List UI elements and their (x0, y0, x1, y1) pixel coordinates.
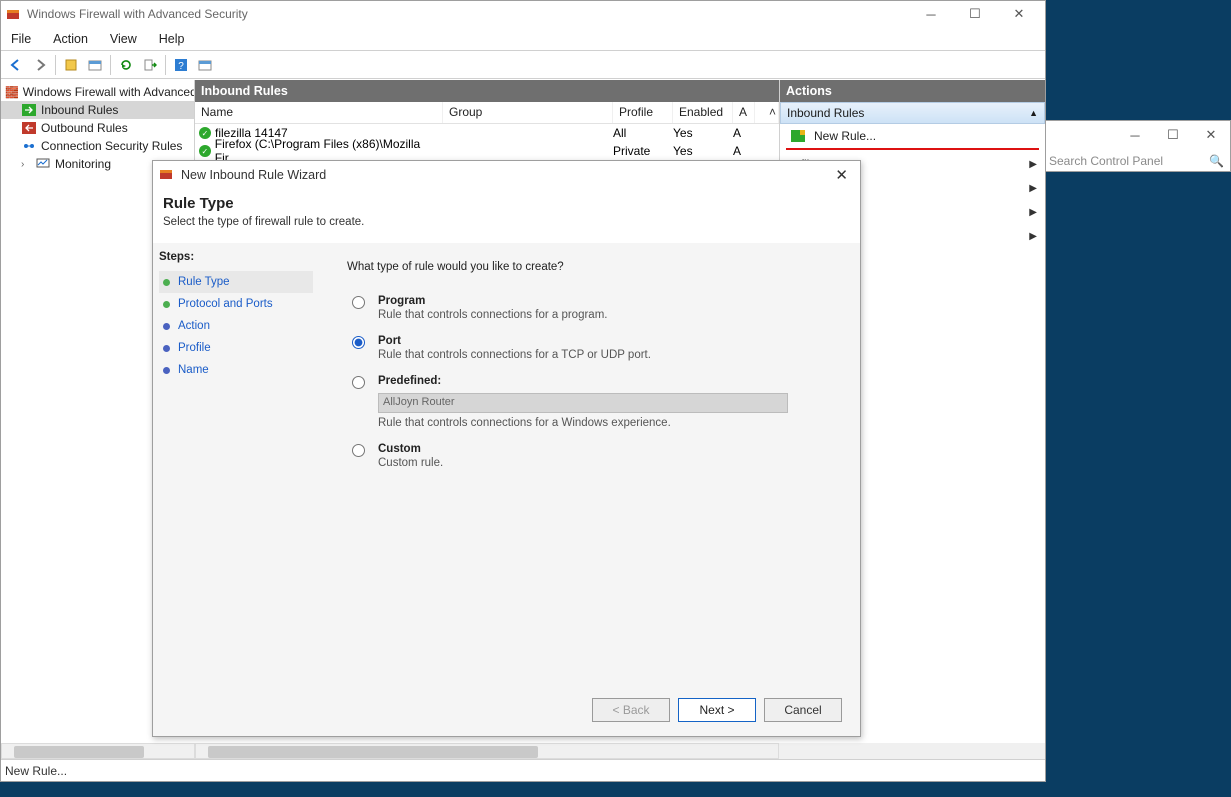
control-panel-window: ─ ☐ ✕ Search Control Panel 🔍 (1042, 120, 1231, 172)
forward-icon[interactable] (29, 54, 51, 76)
new-inbound-rule-wizard: New Inbound Rule Wizard ✕ Rule Type Sele… (152, 160, 861, 737)
wizard-question: What type of rule would you like to crea… (347, 261, 836, 273)
step-action[interactable]: Action (159, 315, 313, 337)
actions-header: Actions (780, 80, 1045, 102)
firewall-icon (5, 6, 21, 22)
steps-label: Steps: (159, 251, 313, 263)
predefined-select: AllJoyn Router (378, 393, 788, 413)
radio-predefined[interactable] (352, 376, 365, 389)
cp-maximize-button[interactable]: ☐ (1154, 121, 1192, 149)
wizard-main: What type of rule would you like to crea… (319, 243, 860, 736)
search-placeholder[interactable]: Search Control Panel (1049, 154, 1163, 168)
chevron-right-icon: ▶ (1029, 183, 1037, 194)
search-icon[interactable]: 🔍 (1209, 154, 1224, 168)
actions-subheader[interactable]: Inbound Rules ▲ (780, 102, 1045, 124)
inbound-icon (21, 103, 37, 117)
col-name[interactable]: Name (195, 102, 443, 123)
menu-action[interactable]: Action (49, 30, 92, 48)
rules-header: Inbound Rules (195, 80, 779, 102)
menu-view[interactable]: View (106, 30, 141, 48)
toolbar: ? (1, 51, 1045, 79)
option-custom[interactable]: Custom Custom rule. (347, 443, 836, 469)
option-program[interactable]: Program Rule that controls connections f… (347, 295, 836, 321)
tree-hscroll[interactable] (1, 743, 195, 759)
radio-custom[interactable] (352, 444, 365, 457)
step-protocol-ports[interactable]: Protocol and Ports (159, 293, 313, 315)
step-name[interactable]: Name (159, 359, 313, 381)
firewall-icon: 🧱 (5, 85, 19, 99)
minimize-button[interactable]: ─ (909, 1, 953, 27)
status-text: New Rule... (5, 764, 67, 778)
chevron-right-icon: ▶ (1029, 159, 1037, 170)
conn-sec-icon (21, 139, 37, 153)
hscrollbar-row (1, 743, 1045, 759)
option-port[interactable]: Port Rule that controls connections for … (347, 335, 836, 361)
refresh-icon[interactable] (115, 54, 137, 76)
wizard-heading: Rule Type (163, 195, 850, 212)
step-profile[interactable]: Profile (159, 337, 313, 359)
menu-help[interactable]: Help (155, 30, 189, 48)
chevron-right-icon: ▶ (1029, 231, 1037, 242)
wizard-header-area: Rule Type Select the type of firewall ru… (153, 189, 860, 243)
wizard-subheading: Select the type of firewall rule to crea… (163, 216, 850, 228)
col-enabled[interactable]: Enabled (673, 102, 733, 123)
export-icon[interactable] (139, 54, 161, 76)
tree-outbound-rules[interactable]: Outbound Rules (1, 119, 194, 137)
titlebar: Windows Firewall with Advanced Security … (1, 1, 1045, 27)
next-button[interactable]: Next > (678, 698, 756, 722)
monitoring-icon (35, 157, 51, 171)
window-title: Windows Firewall with Advanced Security (27, 7, 248, 21)
menu-file[interactable]: File (7, 30, 35, 48)
tree-inbound-rules[interactable]: Inbound Rules (1, 101, 194, 119)
cp-close-button[interactable]: ✕ (1192, 121, 1230, 149)
radio-program[interactable] (352, 296, 365, 309)
rule-row[interactable]: ✓Firefox (C:\Program Files (x86)\Mozilla… (195, 142, 779, 160)
close-button[interactable]: ✕ (997, 1, 1041, 27)
cancel-button[interactable]: Cancel (764, 698, 842, 722)
col-group[interactable]: Group (443, 102, 613, 123)
wizard-steps: Steps: Rule Type Protocol and Ports Acti… (153, 243, 319, 736)
expand-icon[interactable]: › (21, 159, 31, 170)
firewall-icon (159, 167, 175, 183)
col-action[interactable]: A (733, 102, 755, 123)
wizard-titlebar: New Inbound Rule Wizard ✕ (153, 161, 860, 189)
highlight-underline (786, 148, 1039, 150)
allowed-icon: ✓ (199, 145, 211, 157)
wizard-title: New Inbound Rule Wizard (181, 168, 326, 182)
step-rule-type[interactable]: Rule Type (159, 271, 313, 293)
cp-minimize-button[interactable]: ─ (1116, 121, 1154, 149)
option-predefined[interactable]: Predefined: AllJoyn Router Rule that con… (347, 375, 836, 429)
new-rule-icon (790, 128, 806, 144)
col-profile[interactable]: Profile (613, 102, 673, 123)
collapse-icon[interactable]: ▲ (1029, 108, 1038, 118)
list-hscroll[interactable] (195, 743, 779, 759)
action-new-rule[interactable]: New Rule... (780, 124, 1045, 148)
toolbar-btn-2[interactable] (84, 54, 106, 76)
menubar: File Action View Help (1, 27, 1045, 51)
toolbar-btn-1[interactable] (60, 54, 82, 76)
radio-port[interactable] (352, 336, 365, 349)
back-icon[interactable] (5, 54, 27, 76)
svg-text:?: ? (178, 61, 184, 72)
chevron-right-icon: ▶ (1029, 207, 1037, 218)
maximize-button[interactable]: ☐ (953, 1, 997, 27)
tree-connection-security[interactable]: Connection Security Rules (1, 137, 194, 155)
toolbar-btn-last[interactable] (194, 54, 216, 76)
help-icon[interactable]: ? (170, 54, 192, 76)
column-headers: Name Group Profile Enabled A ˄ (195, 102, 779, 124)
tree-root[interactable]: 🧱 Windows Firewall with Advanced Securit… (1, 83, 194, 101)
back-button: < Back (592, 698, 670, 722)
outbound-icon (21, 121, 37, 135)
wizard-close-button[interactable]: ✕ (829, 166, 854, 184)
wizard-buttons: < Back Next > Cancel (592, 698, 842, 722)
scroll-up-icon[interactable]: ˄ (755, 102, 779, 123)
statusbar: New Rule... (1, 759, 1045, 781)
